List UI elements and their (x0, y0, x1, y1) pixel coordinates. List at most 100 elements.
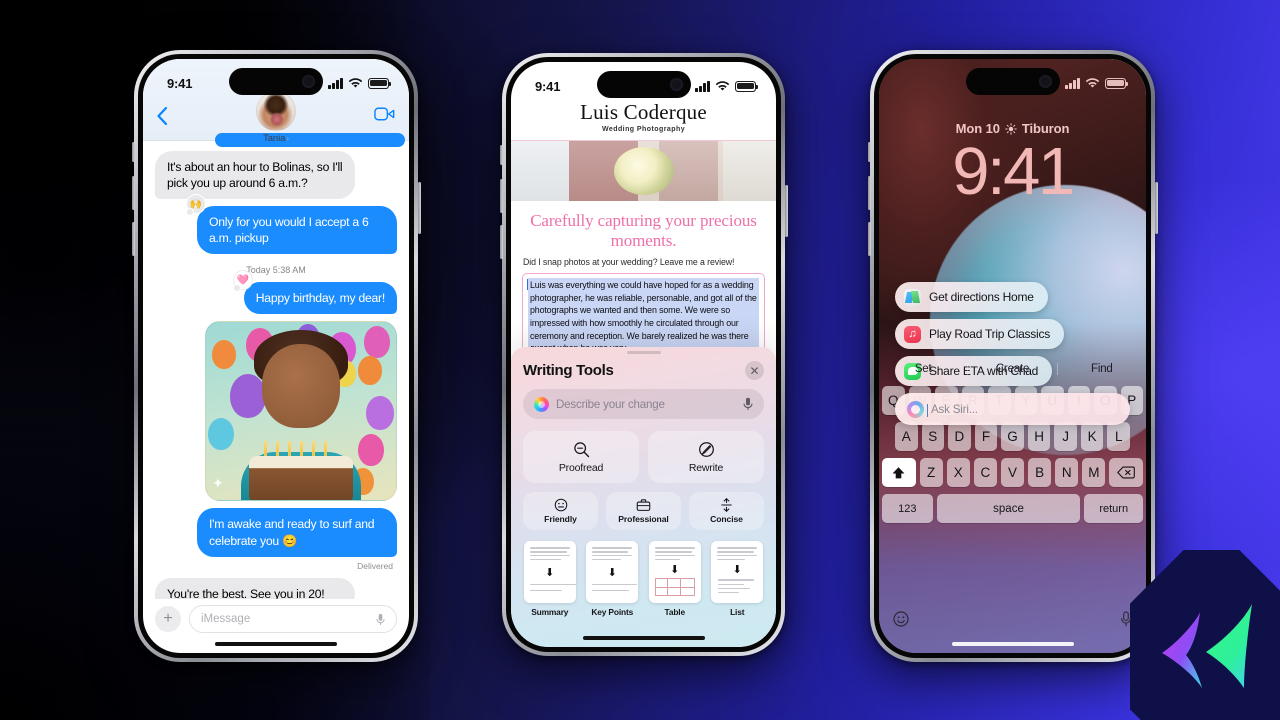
concise-button[interactable]: Concise (689, 492, 764, 531)
message-list[interactable]: It's about an hour to Bolinas, so I'll p… (143, 141, 409, 599)
microphone-icon[interactable] (376, 613, 385, 626)
tapback-icon[interactable]: 🙌 (186, 194, 206, 217)
sheet-grabber[interactable] (626, 351, 661, 355)
message-bubble[interactable]: 🙌 Only for you would I accept a 6 a.m. p… (186, 194, 397, 255)
phone2-mute-switch[interactable] (499, 145, 503, 165)
smiley-icon (554, 499, 567, 512)
key-m[interactable]: M (1082, 458, 1106, 487)
tapback-icon[interactable]: 🩷 (232, 270, 253, 293)
key-j[interactable]: J (1054, 422, 1077, 451)
proofread-button[interactable]: Proofread (523, 431, 639, 484)
phone1-volume-down-button[interactable] (131, 222, 135, 256)
message-row-in[interactable]: It's about an hour to Bolinas, so I'll p… (155, 151, 397, 200)
key-c[interactable]: C (973, 458, 997, 487)
siri-suggestions-list: Get directions Home Play Road Trip Class… (895, 282, 1130, 425)
sparkle-icon: ✦ (212, 475, 224, 492)
summary-button[interactable]: ⬇ Summary (523, 541, 577, 617)
key-k[interactable]: K (1080, 422, 1104, 451)
key-x[interactable]: X (946, 458, 970, 487)
key-z[interactable]: Z (919, 458, 943, 487)
document-list-icon: ⬇ (711, 541, 764, 604)
home-indicator[interactable] (215, 641, 337, 646)
plus-icon[interactable]: + (155, 606, 181, 632)
message-compose-bar: + iMessage (143, 599, 409, 643)
balloon (358, 356, 382, 386)
document-keypoints-icon: ⬇ (586, 541, 639, 604)
prediction-set[interactable]: Set (879, 363, 967, 375)
list-button[interactable]: ⬇ List (711, 541, 765, 617)
cellular-bars-icon (328, 77, 343, 89)
ask-siri-input[interactable]: Ask Siri... (895, 393, 1130, 425)
document-table-icon: ⬇ (648, 541, 701, 604)
key-points-label: Key Points (591, 607, 634, 618)
backspace-icon[interactable] (1109, 458, 1143, 487)
message-row-out[interactable]: I'm awake and ready to surf and celebrat… (155, 508, 397, 563)
message-bubble[interactable]: It's about an hour to Bolinas, so I'll p… (155, 151, 355, 200)
key-b[interactable]: B (1028, 458, 1052, 487)
message-row-in[interactable]: You're the best. See you in 20! (155, 577, 397, 599)
birthday-genmoji-image[interactable]: ✦ (205, 321, 397, 502)
phone3-power-button[interactable] (1154, 182, 1158, 234)
shift-up-icon[interactable] (882, 458, 916, 487)
return-key[interactable]: return (1084, 494, 1143, 523)
prediction-create[interactable]: Create (967, 363, 1056, 375)
message-bubble[interactable]: I'm awake and ready to surf and celebrat… (197, 508, 397, 557)
phone3-volume-down-button[interactable] (867, 222, 871, 256)
key-g[interactable]: G (1001, 422, 1024, 451)
rewrite-label: Rewrite (688, 461, 724, 474)
balloon (208, 418, 234, 451)
phone2-volume-down-button[interactable] (499, 225, 503, 259)
proofread-label: Proofread (558, 461, 604, 474)
key-d[interactable]: D (948, 422, 971, 451)
lock-screen: Mon 10 Tiburon 9:41 Get directions Home (879, 59, 1146, 653)
imessage-input[interactable]: iMessage (189, 605, 397, 633)
message-bubble[interactable]: 🩷 Happy birthday, my dear! (232, 270, 397, 315)
review-selected-text[interactable]: Luis was everything we could have hoped … (527, 278, 759, 356)
emoji-icon[interactable] (893, 611, 909, 627)
describe-change-input[interactable]: Describe your change (523, 389, 764, 420)
phone2-power-button[interactable] (784, 185, 788, 237)
table-button[interactable]: ⬇ Table (648, 541, 702, 617)
suggestion-label: Get directions Home (929, 290, 1034, 304)
key-a[interactable]: A (894, 422, 918, 451)
home-indicator[interactable] (582, 635, 705, 640)
siri-suggestion-music[interactable]: Play Road Trip Classics (895, 319, 1064, 349)
phone1-power-button[interactable] (417, 182, 421, 234)
key-s[interactable]: S (921, 422, 945, 451)
message-row-out[interactable]: 🙌 Only for you would I accept a 6 a.m. p… (155, 194, 397, 261)
numbers-key[interactable]: 123 (882, 494, 933, 523)
message-row-out[interactable]: 🩷 Happy birthday, my dear! (155, 270, 397, 321)
phone3-mute-switch[interactable] (867, 142, 871, 162)
professional-button[interactable]: Professional (606, 492, 681, 531)
contact-name-row: Tania› (143, 133, 409, 144)
describe-change-placeholder: Describe your change (556, 397, 665, 411)
back-button[interactable] (156, 106, 168, 126)
writing-tools-screen: 9:41 Luis Coderque Wedding Photography C… (511, 62, 776, 647)
phone-writing-tools: 9:41 Luis Coderque Wedding Photography C… (499, 53, 788, 656)
phone3-volume-up-button[interactable] (867, 176, 871, 210)
key-h[interactable]: H (1027, 422, 1051, 451)
message-bubble[interactable]: You're the best. See you in 20! (155, 577, 355, 599)
microphone-icon[interactable] (743, 397, 753, 411)
key-f[interactable]: F (974, 422, 998, 451)
space-key[interactable]: space (936, 494, 1081, 523)
phone1-mute-switch[interactable] (131, 142, 135, 162)
compress-icon (721, 498, 732, 513)
video-camera-icon[interactable] (374, 107, 395, 121)
phone1-volume-up-button[interactable] (131, 176, 135, 210)
music-app-icon (904, 325, 921, 343)
siri-glow-icon (534, 396, 549, 412)
siri-suggestion-directions[interactable]: Get directions Home (895, 282, 1048, 312)
review-prompt: Did I snap photos at your wedding? Leave… (523, 257, 735, 268)
key-points-button[interactable]: ⬇ Key Points (586, 541, 640, 617)
key-n[interactable]: N (1055, 458, 1079, 487)
key-l[interactable]: L (1107, 422, 1131, 451)
microphone-icon[interactable] (1120, 611, 1132, 627)
close-icon[interactable]: ✕ (745, 361, 764, 381)
key-v[interactable]: V (1000, 458, 1025, 487)
prediction-find[interactable]: Find (1056, 363, 1146, 375)
home-indicator[interactable] (951, 641, 1074, 646)
phone2-volume-up-button[interactable] (499, 179, 503, 213)
friendly-button[interactable]: Friendly (523, 492, 598, 531)
rewrite-button[interactable]: Rewrite (648, 431, 764, 484)
